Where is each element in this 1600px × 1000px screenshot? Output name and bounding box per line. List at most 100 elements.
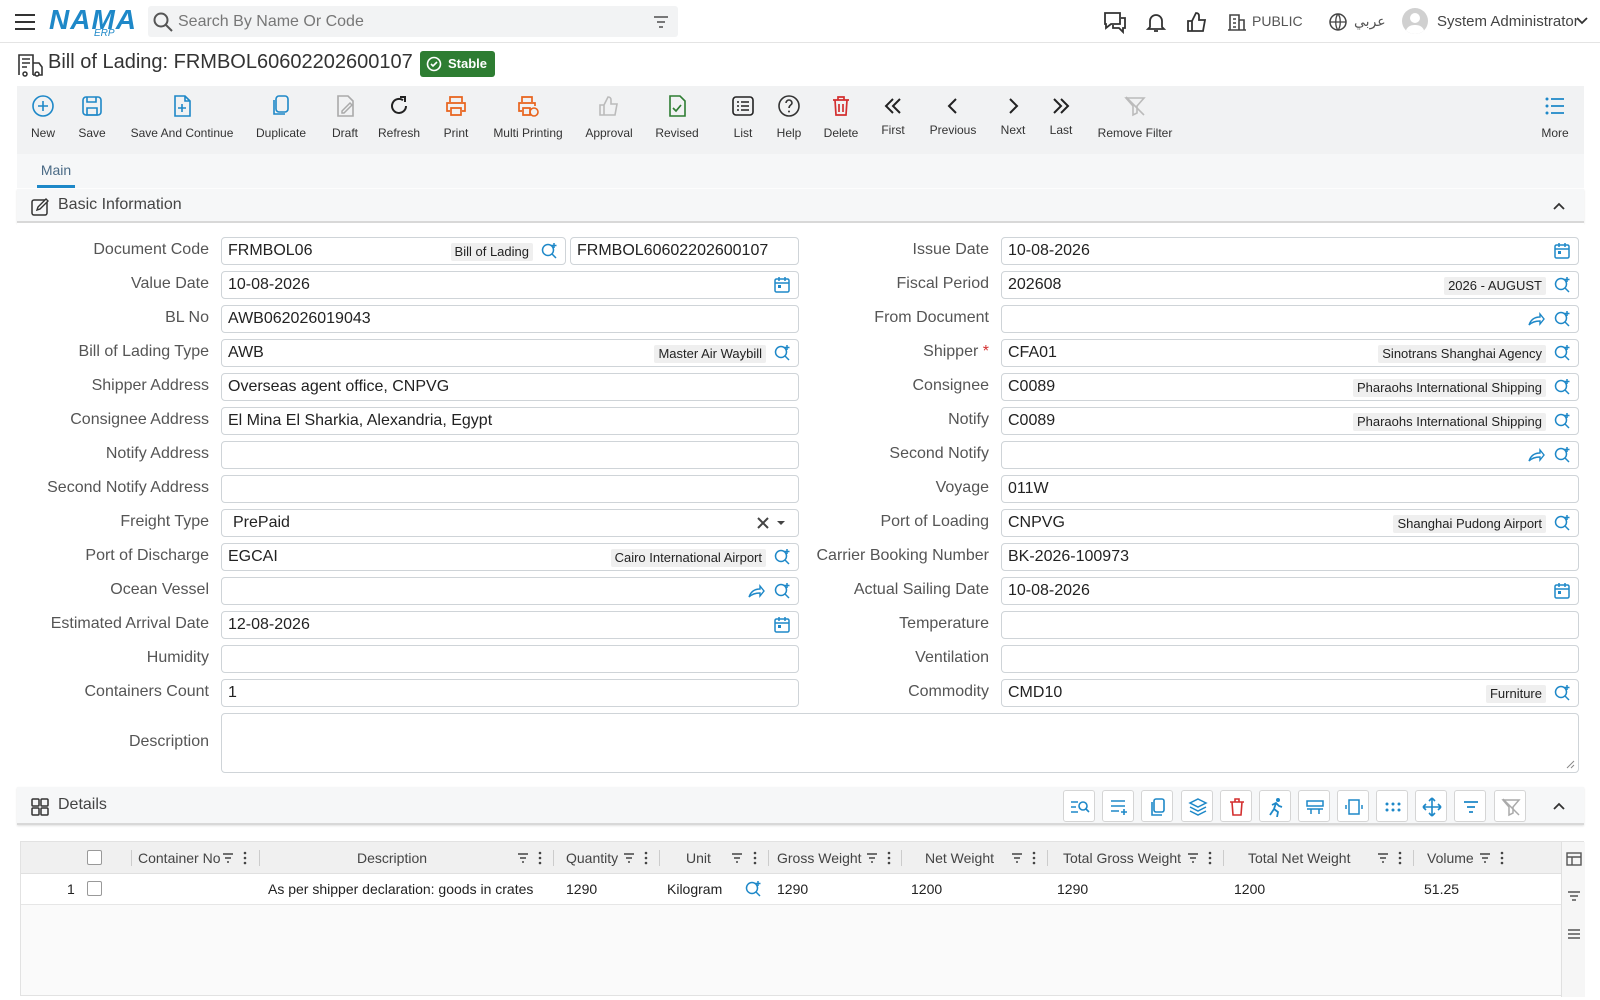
filter-icon[interactable] <box>517 842 529 874</box>
column-menu-icon[interactable] <box>1208 842 1212 874</box>
grid-layers-button[interactable] <box>1181 790 1213 822</box>
grid-filter-button[interactable] <box>1454 790 1486 822</box>
notify-field[interactable]: C0089 Pharaohs International Shipping <box>1001 407 1579 435</box>
eta-field[interactable]: 12-08-2026 <box>221 611 799 639</box>
search-plus-icon[interactable] <box>1553 276 1571 294</box>
bl-no-field[interactable]: AWB062026019043 <box>221 305 799 333</box>
notify-address-field[interactable] <box>221 441 799 469</box>
share-icon[interactable] <box>747 582 765 600</box>
language-toggle[interactable]: عربي <box>1354 13 1386 30</box>
caret-down-icon[interactable] <box>774 515 792 533</box>
grid-copy-button[interactable] <box>1141 790 1173 822</box>
next-button[interactable]: Next <box>998 86 1028 154</box>
column-menu-icon[interactable] <box>644 842 648 874</box>
chat-icon[interactable] <box>1102 10 1128 34</box>
refresh-button[interactable]: Refresh <box>377 86 421 154</box>
grid-search-button[interactable] <box>1063 790 1095 822</box>
remove-filter-button[interactable]: Remove Filter <box>1095 86 1175 154</box>
description-textarea[interactable] <box>221 713 1579 773</box>
carrier-booking-field[interactable]: BK-2026-100973 <box>1001 543 1579 571</box>
public-label[interactable]: PUBLIC <box>1252 13 1303 29</box>
voyage-field[interactable]: 011W <box>1001 475 1579 503</box>
revised-button[interactable]: Revised <box>654 86 700 154</box>
hamburger-menu-icon[interactable] <box>13 10 37 34</box>
grid-add-row-button[interactable] <box>1102 790 1134 822</box>
basic-information-header[interactable]: Basic Information <box>17 189 1584 223</box>
grid-run-button[interactable] <box>1259 790 1291 822</box>
humidity-field[interactable] <box>221 645 799 673</box>
filter-icon[interactable] <box>652 13 670 31</box>
grid-delete-button[interactable] <box>1220 790 1252 822</box>
thumbs-up-icon[interactable] <box>1185 10 1209 34</box>
search-plus-icon[interactable] <box>1553 446 1571 464</box>
col-header-total-gross-weight[interactable]: Total Gross Weight <box>1063 842 1181 874</box>
previous-button[interactable]: Previous <box>928 86 978 154</box>
row-checkbox[interactable] <box>87 881 102 896</box>
cell-net-weight[interactable]: 1200 <box>911 874 942 904</box>
save-button[interactable]: Save <box>74 86 110 154</box>
approval-button[interactable]: Approval <box>584 86 634 154</box>
search-plus-icon[interactable] <box>1553 412 1571 430</box>
actual-sailing-date-field[interactable]: 10-08-2026 <box>1001 577 1579 605</box>
consignee-address-field[interactable]: El Mina El Sharkia, Alexandria, Egypt <box>221 407 799 435</box>
shipper-address-field[interactable]: Overseas agent office, CNPVG <box>221 373 799 401</box>
col-header-quantity[interactable]: Quantity <box>566 842 618 874</box>
col-header-volume[interactable]: Volume <box>1427 842 1474 874</box>
first-button[interactable]: First <box>879 86 907 154</box>
calendar-icon[interactable] <box>1553 242 1571 260</box>
filter-icon[interactable] <box>731 842 743 874</box>
consignee-field[interactable]: C0089 Pharaohs International Shipping <box>1001 373 1579 401</box>
cell-total-net-weight[interactable]: 1200 <box>1234 874 1265 904</box>
more-button[interactable]: More <box>1540 86 1570 154</box>
col-header-unit[interactable]: Unit <box>686 842 711 874</box>
col-header-total-net-weight[interactable]: Total Net Weight <box>1248 842 1350 874</box>
save-and-continue-button[interactable]: Save And Continue <box>130 86 234 154</box>
bell-icon[interactable] <box>1144 10 1168 34</box>
commodity-field[interactable]: CMD10 Furniture <box>1001 679 1579 707</box>
grid-fit-button[interactable] <box>1337 790 1369 822</box>
draft-button[interactable]: Draft <box>328 86 362 154</box>
column-menu-icon[interactable] <box>1032 842 1036 874</box>
second-notify-field[interactable] <box>1001 441 1579 469</box>
containers-count-field[interactable]: 1 <box>221 679 799 707</box>
col-header-container-no[interactable]: Container No <box>138 842 221 874</box>
ocean-vessel-field[interactable] <box>221 577 799 605</box>
multi-printing-button[interactable]: Multi Printing <box>490 86 566 154</box>
temperature-field[interactable] <box>1001 611 1579 639</box>
select-all-checkbox[interactable] <box>87 850 102 865</box>
last-button[interactable]: Last <box>1047 86 1075 154</box>
grid-move-button[interactable] <box>1415 790 1447 822</box>
filter-icon[interactable] <box>1011 842 1023 874</box>
column-menu-icon[interactable] <box>887 842 891 874</box>
port-of-loading-field[interactable]: CNPVG Shanghai Pudong Airport <box>1001 509 1579 537</box>
calendar-icon[interactable] <box>1553 582 1571 600</box>
building-icon[interactable] <box>1227 12 1247 32</box>
issue-date-field[interactable]: 10-08-2026 <box>1001 237 1579 265</box>
search-plus-icon[interactable] <box>744 880 762 898</box>
filter-icon[interactable] <box>1566 888 1582 904</box>
search-plus-icon[interactable] <box>773 548 791 566</box>
columns-icon[interactable] <box>1566 851 1582 867</box>
duplicate-button[interactable]: Duplicate <box>253 86 309 154</box>
user-avatar[interactable] <box>1402 8 1428 34</box>
port-of-discharge-field[interactable]: EGCAI Cairo International Airport <box>221 543 799 571</box>
list-button[interactable]: List <box>730 86 756 154</box>
search-plus-icon[interactable] <box>1553 344 1571 362</box>
search-plus-icon[interactable] <box>540 242 558 260</box>
new-button[interactable]: New <box>27 86 59 154</box>
ventilation-field[interactable] <box>1001 645 1579 673</box>
chevron-down-icon[interactable] <box>1575 14 1589 28</box>
share-icon[interactable] <box>1527 310 1545 328</box>
freight-type-select[interactable]: PrePaid <box>221 509 799 537</box>
globe-icon[interactable] <box>1328 12 1348 32</box>
col-header-gross-weight[interactable]: Gross Weight <box>777 842 862 874</box>
search-plus-icon[interactable] <box>773 582 791 600</box>
search-input[interactable] <box>178 10 628 33</box>
document-number-field[interactable]: FRMBOL60602202600107 <box>570 237 799 265</box>
resize-handle-icon[interactable] <box>1565 759 1575 769</box>
column-menu-icon[interactable] <box>538 842 542 874</box>
from-document-field[interactable] <box>1001 305 1579 333</box>
document-code-field[interactable]: FRMBOL06 Bill of Lading <box>221 237 566 265</box>
calendar-icon[interactable] <box>773 616 791 634</box>
grid-merge-button[interactable] <box>1298 790 1330 822</box>
